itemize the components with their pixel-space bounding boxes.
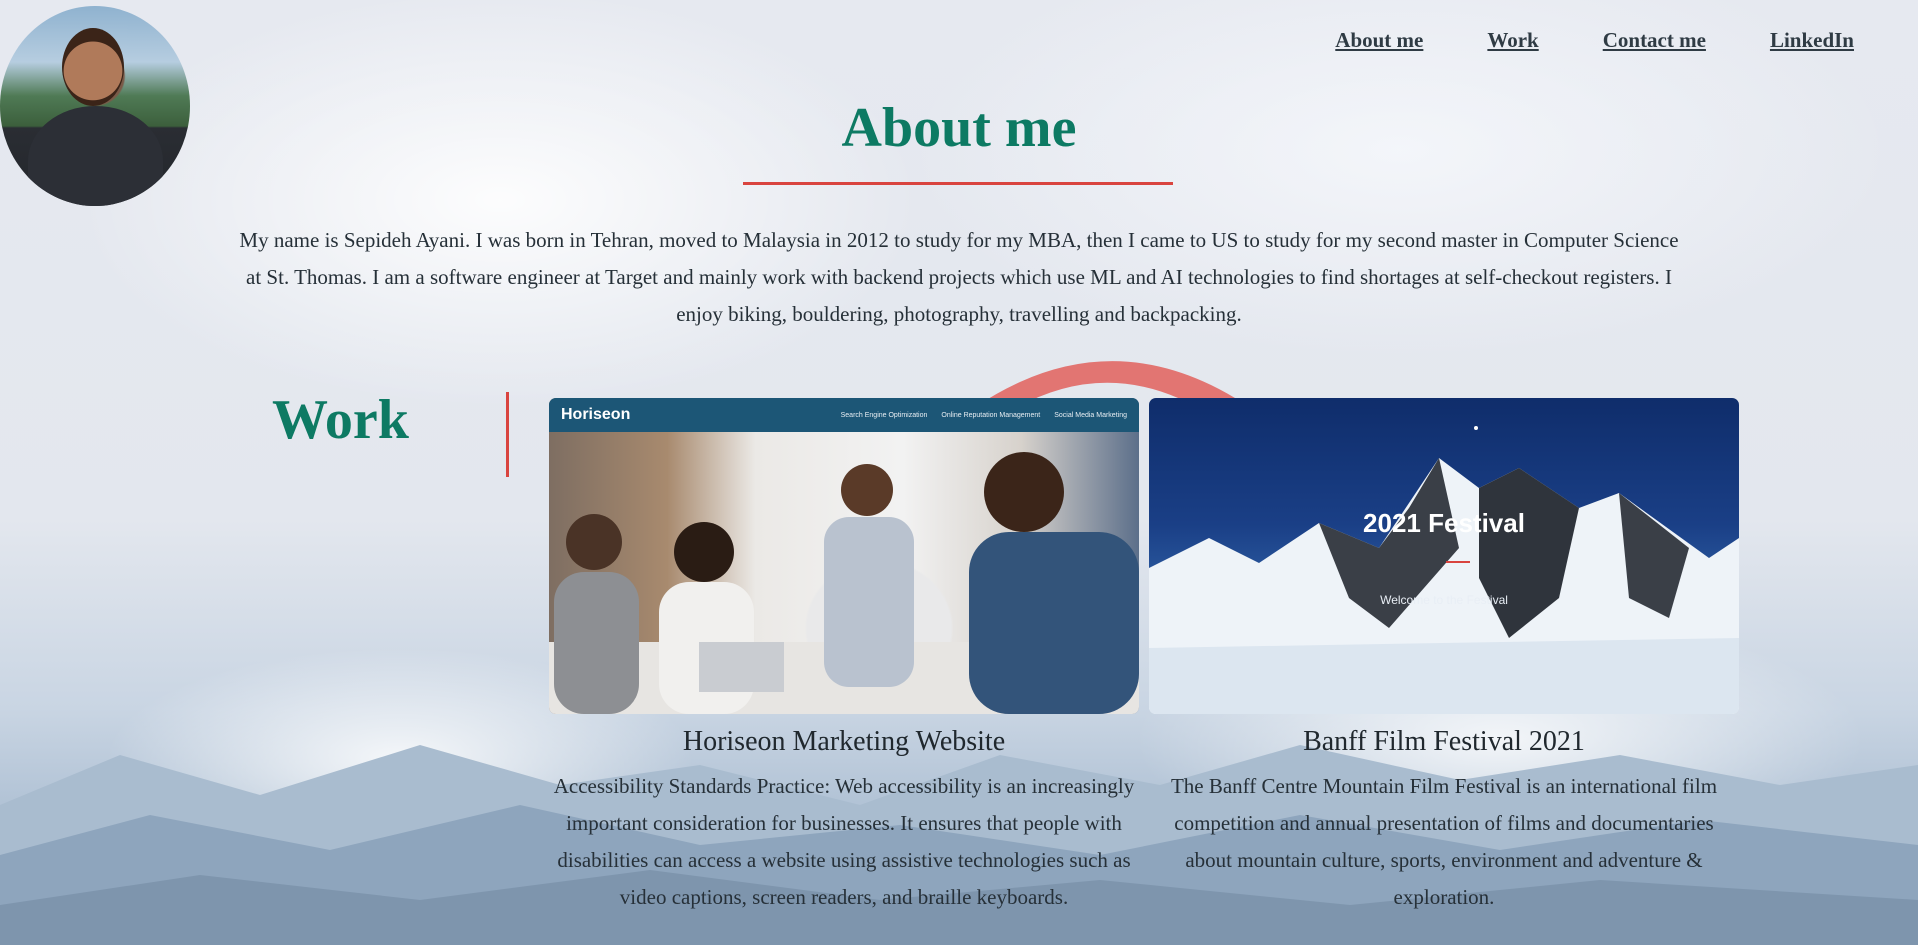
avatar-face — [62, 28, 124, 106]
thumbnail-nav: Search Engine Optimization Online Reputa… — [841, 412, 1127, 419]
nav-link-work[interactable]: Work — [1487, 28, 1538, 53]
meeting-photo — [549, 452, 1139, 714]
about-divider — [743, 182, 1173, 185]
nav-link-linkedin[interactable]: LinkedIn — [1770, 28, 1854, 53]
project-title-horiseon: Horiseon Marketing Website — [682, 726, 1006, 757]
thumbnail-nav-item: Online Reputation Management — [941, 411, 1041, 419]
project-card-banff: 2021 Festival Welcome to the Festival Ba… — [1149, 398, 1739, 916]
thumbnail-festival-heading: 2021 Festival — [1363, 508, 1525, 538]
thumbnail-brand: Horiseon — [561, 406, 631, 423]
project-description-horiseon: Accessibility Standards Practice: Web ac… — [553, 774, 1135, 909]
thumbnail-header-bar: Horiseon Search Engine Optimization Onli… — [549, 398, 1139, 432]
work-divider — [506, 392, 509, 477]
project-thumbnail-banff[interactable]: 2021 Festival Welcome to the Festival — [1149, 398, 1739, 714]
project-title-banff: Banff Film Festival 2021 — [1303, 726, 1585, 757]
thumbnail-nav-item: Social Media Marketing — [1054, 411, 1127, 419]
project-thumbnail-horiseon[interactable]: Horiseon Search Engine Optimization Onli… — [549, 398, 1139, 714]
thumbnail-nav-item: Search Engine Optimization — [840, 411, 928, 419]
about-bio: My name is Sepideh Ayani. I was born in … — [239, 228, 1679, 326]
thumbnail-divider — [1446, 561, 1470, 563]
project-description-banff: The Banff Centre Mountain Film Festival … — [1170, 774, 1718, 909]
top-nav: About me Work Contact me LinkedIn — [1335, 28, 1854, 53]
nav-link-about[interactable]: About me — [1335, 28, 1423, 53]
thumbnail-welcome-text: Welcome to the Festival — [1380, 593, 1508, 607]
work-title: Work — [272, 389, 409, 451]
project-card-horiseon: Horiseon Search Engine Optimization Onli… — [549, 398, 1139, 916]
mountain-photo — [1149, 426, 1739, 714]
nav-link-contact[interactable]: Contact me — [1603, 28, 1706, 53]
about-title: About me — [841, 97, 1077, 159]
